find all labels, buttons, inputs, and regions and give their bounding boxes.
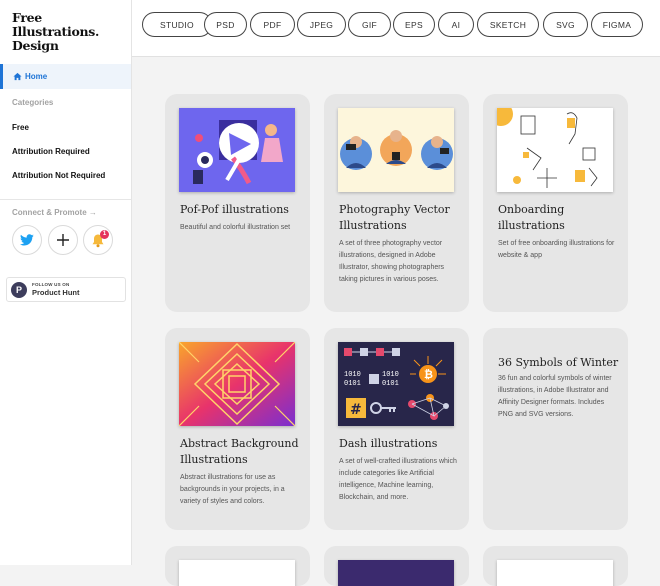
card-title[interactable]: 36 Symbols of Winter <box>498 355 623 371</box>
card-thumbnail <box>497 108 613 192</box>
filter-chip-ai[interactable]: AI <box>438 12 474 37</box>
sidebar-divider <box>0 199 131 200</box>
card-description: Beautiful and colorful illustration set <box>180 224 291 231</box>
product-hunt-name: Product Hunt <box>32 288 80 297</box>
card-title[interactable]: Pof-Pof illustrations <box>180 202 305 218</box>
logo-line: Free <box>12 10 42 25</box>
bitcoin-glyph: ₿ <box>424 368 433 381</box>
twitter-button[interactable] <box>12 225 42 255</box>
card-thumbnail <box>338 108 454 192</box>
sidebar-item-attribution-required[interactable]: Attribution Required <box>12 147 90 156</box>
illustration-card[interactable]: Photography Vector Illustrations A set o… <box>324 94 469 312</box>
product-hunt-logo-icon: P <box>11 281 27 298</box>
twitter-icon <box>20 234 34 246</box>
card-title[interactable]: Abstract Background Illustrations <box>180 436 305 468</box>
card-title[interactable]: Dash illustrations <box>339 436 464 452</box>
card-thumbnail <box>179 108 295 192</box>
logo-line: Illustrations. <box>12 24 100 39</box>
sidebar-item-label: Home <box>25 72 48 81</box>
filter-chip-figma[interactable]: FIGMA <box>591 12 643 37</box>
filter-chip-svg[interactable]: SVG <box>543 12 588 37</box>
illustration-card[interactable]: Onboarding illustrations Set of free onb… <box>483 94 628 312</box>
card-description: Abstract illustrations for use as backgr… <box>180 474 285 505</box>
filter-chip-eps[interactable]: EPS <box>393 12 435 37</box>
sidebar-item-home[interactable]: Home <box>0 64 131 89</box>
card-description: 36 fun and colorful symbols of winter il… <box>498 375 612 418</box>
logo-line: Design <box>12 38 59 53</box>
filter-chip-studio[interactable]: STUDIO <box>142 12 212 37</box>
filter-chip-jpeg[interactable]: JPEG <box>297 12 346 37</box>
illustration-card[interactable]: Abstract Background Illustrations Abstra… <box>165 328 310 530</box>
sidebar: Free Illustrations. Design Home Categori… <box>0 0 132 565</box>
card-thumbnail <box>179 342 295 426</box>
notifications-button[interactable]: 1 <box>83 225 113 255</box>
illustration-card[interactable] <box>483 546 628 586</box>
filter-chip-psd[interactable]: PSD <box>204 12 247 37</box>
card-thumbnail: 1010 0101 1010 0101 ₿ # <box>338 342 454 426</box>
card-thumbnail <box>179 560 295 586</box>
filter-chip-gif[interactable]: GIF <box>348 12 391 37</box>
binary-text: 1010 <box>344 371 361 379</box>
photography-illustration-icon <box>338 108 454 192</box>
card-thumbnail <box>338 560 454 586</box>
card-description: A set of well-crafted illustrations whic… <box>339 458 457 501</box>
card-title[interactable]: Photography Vector Illustrations <box>339 202 464 234</box>
card-title[interactable]: Onboarding illustrations <box>498 202 623 234</box>
binary-text: 0101 <box>382 380 399 388</box>
sidebar-item-attribution-not-required[interactable]: Attribution Not Required <box>12 171 105 180</box>
hash-glyph: # <box>350 402 362 418</box>
categories-heading: Categories <box>12 98 54 107</box>
filter-chip-sketch[interactable]: SKETCH <box>477 12 539 37</box>
abstract-background-illustration-icon <box>179 342 295 426</box>
card-description: Set of free onboarding illustrations for… <box>498 240 615 259</box>
binary-text: 0101 <box>344 380 361 388</box>
card-description: A set of three photography vector illust… <box>339 240 445 283</box>
format-filter-bar: STUDIO PSD PDF JPEG GIF EPS AI SKETCH SV… <box>132 0 660 57</box>
filter-chip-pdf[interactable]: PDF <box>250 12 295 37</box>
product-hunt-badge[interactable]: P FOLLOW US ON Product Hunt <box>6 277 126 302</box>
illustration-card[interactable]: Pof-Pof illustrations Beautiful and colo… <box>165 94 310 312</box>
add-button[interactable] <box>48 225 78 255</box>
product-hunt-caption: FOLLOW US ON <box>32 282 70 287</box>
plus-icon <box>57 234 69 246</box>
illustration-card[interactable]: 36 Symbols of Winter 36 fun and colorful… <box>483 328 628 530</box>
card-thumbnail <box>497 560 613 586</box>
dash-illustration-icon: 1010 0101 1010 0101 ₿ # <box>338 342 454 426</box>
connect-promote-heading[interactable]: Connect & Promote → <box>12 208 97 217</box>
pofpof-illustration-icon <box>179 108 295 192</box>
illustration-card[interactable] <box>165 546 310 586</box>
binary-text: 1010 <box>382 371 399 379</box>
home-icon <box>13 72 22 81</box>
notification-badge: 1 <box>100 230 109 239</box>
illustration-card[interactable] <box>324 546 469 586</box>
illustration-card[interactable]: 1010 0101 1010 0101 ₿ # Dash illustratio… <box>324 328 469 530</box>
onboarding-illustration-icon <box>497 108 613 192</box>
site-logo[interactable]: Free Illustrations. Design <box>12 11 99 53</box>
sidebar-item-free[interactable]: Free <box>12 123 29 132</box>
